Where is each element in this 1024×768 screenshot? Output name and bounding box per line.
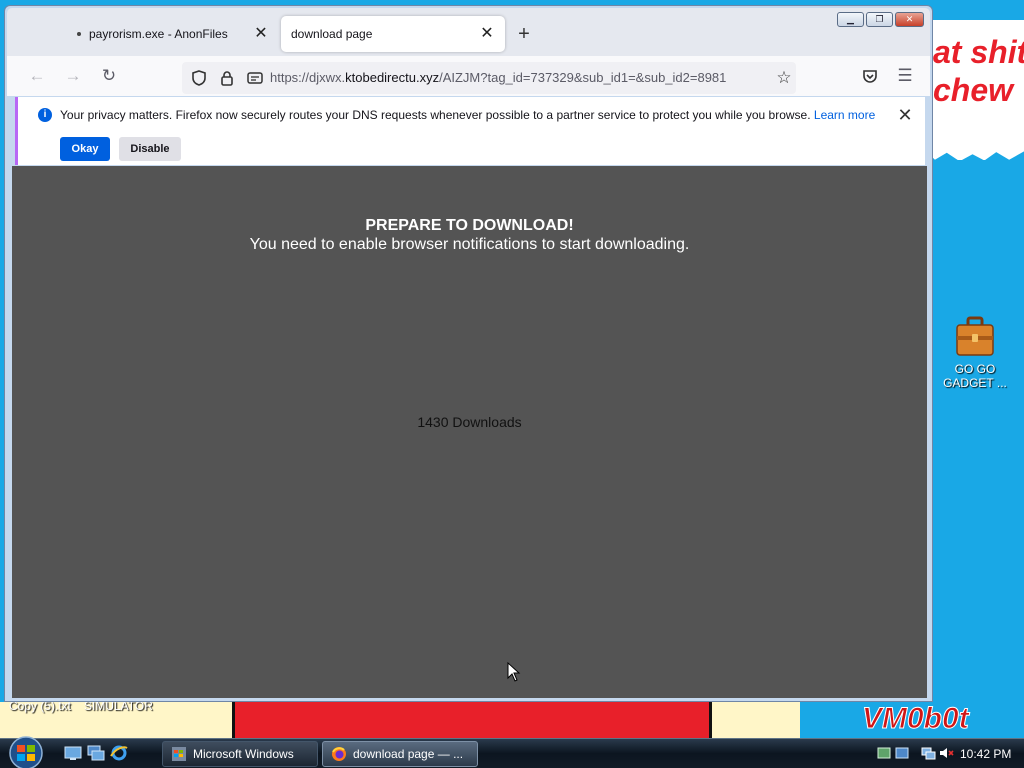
wallpaper-bottom-red [232, 702, 712, 738]
browser-window: payrorism.exe - AnonFiles ✕ download pag… [4, 5, 933, 702]
desktop-icon-label: GO GO [954, 362, 996, 376]
taskbar-item-firefox[interactable]: download page — ... [322, 741, 478, 767]
switch-windows-icon[interactable] [87, 744, 105, 762]
clock[interactable]: 10:42 PM [960, 747, 1011, 761]
wallpaper-text-line2: chew [933, 72, 1014, 108]
page-content: PREPARE TO DOWNLOAD! You need to enable … [12, 166, 927, 698]
tab-dot-icon [77, 32, 81, 36]
pocket-icon[interactable] [860, 66, 880, 86]
tray-app-icon-2[interactable] [894, 745, 910, 761]
url-bar[interactable]: https://djxwx.ktobedirectu.xyz/AIZJM?tag… [182, 62, 796, 94]
permissions-icon[interactable] [245, 68, 265, 88]
taskbar-item-label: Microsoft Windows [193, 747, 294, 761]
close-icon[interactable]: ✕ [895, 105, 915, 125]
notification-message: Your privacy matters. Firefox now secure… [60, 108, 875, 122]
briefcase-icon [956, 316, 994, 356]
download-count: 1430 Downloads [417, 414, 522, 430]
url-path: /AIZJM?tag_id=737329&sub_id1=&sub_id2=89… [439, 70, 727, 85]
disable-button[interactable]: Disable [119, 137, 181, 161]
minimize-button[interactable]: ▁ [837, 12, 864, 27]
tray-app-icon[interactable] [876, 745, 892, 761]
info-icon: i [38, 108, 52, 122]
close-window-button[interactable]: ✕ [895, 12, 924, 27]
page-subtitle: You need to enable browser notifications… [249, 236, 690, 253]
url-domain: ktobedirectu.xyz [345, 70, 440, 85]
url-prefix: https://djxwx. [270, 70, 346, 85]
navigation-toolbar: ← → ↻ https://djxwx.ktobedirectu.xyz/AIZ… [7, 56, 930, 96]
window-controls: ▁ ❐ ✕ [837, 12, 924, 27]
taskbar-item-label: download page — ... [353, 747, 464, 761]
restore-button[interactable]: ❐ [866, 12, 893, 27]
tab-title: payrorism.exe - AnonFiles [89, 27, 228, 41]
url-text[interactable]: https://djxwx.ktobedirectu.xyz/AIZJM?tag… [270, 70, 764, 85]
windows-app-icon [172, 747, 186, 761]
wallpaper-text-line1: at shit [933, 34, 1024, 70]
tab-title: download page [291, 27, 373, 41]
system-tray: 10:42 PM [870, 742, 1024, 766]
taskbar-item-microsoft-windows[interactable]: Microsoft Windows [162, 741, 318, 767]
forward-arrow-icon[interactable]: → [63, 66, 83, 86]
start-orb-icon[interactable] [6, 735, 46, 768]
close-icon[interactable]: ✕ [479, 26, 495, 42]
bookmark-star-icon[interactable]: ☆ [774, 68, 794, 88]
close-icon[interactable]: ✕ [253, 26, 269, 42]
mouse-pointer-icon [507, 662, 521, 682]
tab-download-page[interactable]: download page ✕ [281, 16, 505, 52]
taskbar: Microsoft Windows download page — ... 10… [0, 735, 1024, 768]
shield-icon[interactable] [189, 68, 209, 88]
learn-more-link[interactable]: Learn more [814, 108, 875, 122]
show-desktop-icon[interactable] [64, 744, 82, 762]
volume-muted-icon[interactable] [938, 745, 954, 761]
desktop-icon-label: GADGET ... [943, 376, 1007, 390]
back-arrow-icon[interactable]: ← [27, 66, 47, 86]
internet-explorer-icon[interactable] [110, 744, 128, 762]
wallpaper-signature: VM0b0t [862, 702, 970, 736]
menu-icon[interactable]: ☰ [895, 66, 915, 86]
notification-text: Your privacy matters. Firefox now secure… [60, 108, 811, 122]
firefox-icon [332, 747, 346, 761]
page-title: PREPARE TO DOWNLOAD! [365, 217, 574, 234]
okay-button[interactable]: Okay [60, 137, 110, 161]
tab-anonfiles[interactable]: payrorism.exe - AnonFiles ✕ [67, 16, 279, 52]
lock-icon[interactable] [217, 68, 237, 88]
tab-strip: payrorism.exe - AnonFiles ✕ download pag… [7, 8, 930, 56]
desktop-icon-gadget[interactable]: GO GO GADGET ... [942, 316, 1008, 390]
new-tab-button[interactable]: + [514, 24, 534, 44]
network-icon[interactable] [920, 745, 936, 761]
reload-icon[interactable]: ↻ [99, 66, 119, 86]
dns-notification-bar: i Your privacy matters. Firefox now secu… [15, 97, 925, 165]
